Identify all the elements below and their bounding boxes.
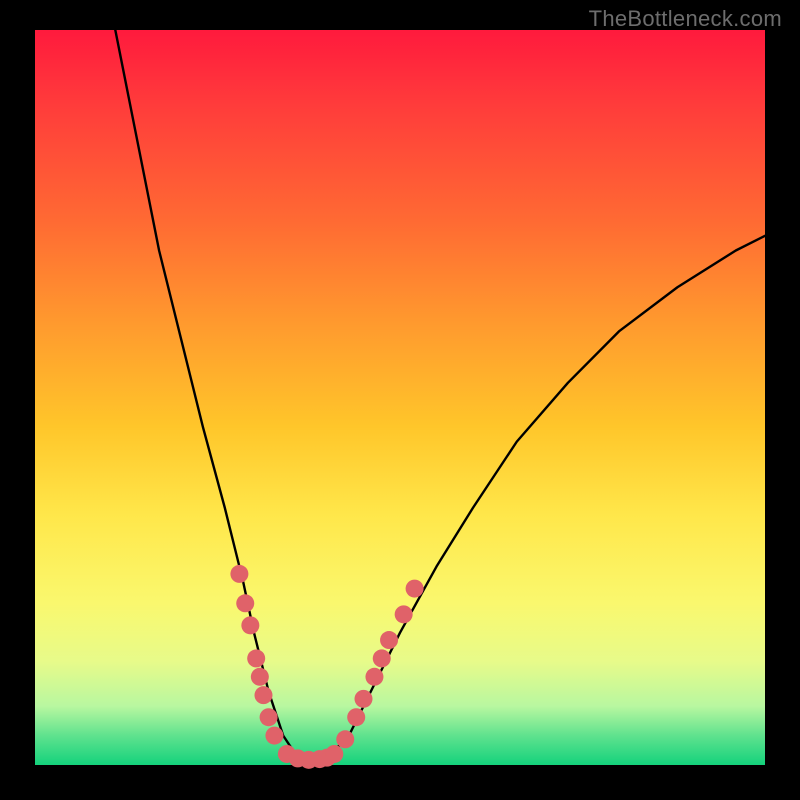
- sample-dot: [355, 690, 373, 708]
- sample-dot: [347, 708, 365, 726]
- sample-dot: [395, 605, 413, 623]
- plot-area: [35, 30, 765, 765]
- sample-dot: [241, 616, 259, 634]
- sample-dot: [380, 631, 398, 649]
- sample-dots: [230, 565, 423, 769]
- sample-dot: [260, 708, 278, 726]
- sample-dot: [336, 730, 354, 748]
- sample-dot: [251, 668, 269, 686]
- sample-dot: [230, 565, 248, 583]
- sample-dot: [406, 580, 424, 598]
- watermark-text: TheBottleneck.com: [589, 6, 782, 32]
- chart-frame: TheBottleneck.com: [0, 0, 800, 800]
- sample-dot: [236, 594, 254, 612]
- bottleneck-curve: [115, 30, 765, 761]
- sample-dot: [265, 727, 283, 745]
- sample-dot: [254, 686, 272, 704]
- sample-dot: [325, 745, 343, 763]
- sample-dot: [247, 649, 265, 667]
- sample-dot: [365, 668, 383, 686]
- chart-svg: [35, 30, 765, 765]
- sample-dot: [373, 649, 391, 667]
